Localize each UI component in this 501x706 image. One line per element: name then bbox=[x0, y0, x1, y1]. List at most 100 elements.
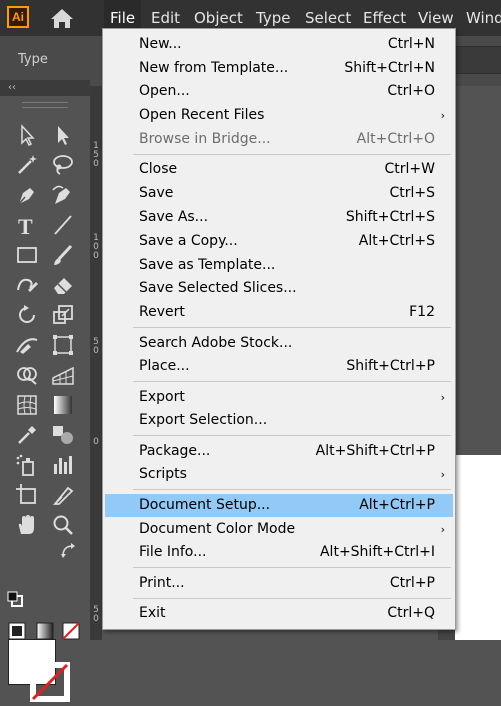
menu-item-label: Place... bbox=[139, 358, 190, 374]
menu-separator bbox=[133, 154, 451, 155]
menu-item-file-info[interactable]: File Info... Alt+Shift+Ctrl+I bbox=[105, 541, 453, 564]
lasso-icon[interactable] bbox=[50, 152, 76, 178]
menu-item-close[interactable]: Close Ctrl+W bbox=[105, 158, 453, 181]
menu-item-label: Export bbox=[139, 389, 185, 405]
menu-item-document-color-mode[interactable]: Document Color Mode › bbox=[105, 518, 453, 541]
menu-item-label: Search Adobe Stock... bbox=[139, 335, 293, 351]
submenu-arrow-icon: › bbox=[440, 109, 445, 122]
slice-tool-icon[interactable] bbox=[50, 482, 76, 508]
shape-builder-tool-icon[interactable] bbox=[14, 362, 40, 388]
menu-separator bbox=[133, 598, 451, 599]
eraser-tool-icon[interactable] bbox=[50, 272, 76, 298]
home-icon[interactable] bbox=[48, 6, 76, 30]
menu-item-shortcut: Alt+Ctrl+O bbox=[356, 131, 435, 147]
menu-window[interactable]: Wind bbox=[460, 0, 501, 36]
menu-item-shortcut: Ctrl+O bbox=[387, 83, 435, 99]
menu-item-place[interactable]: Place... Shift+Ctrl+P bbox=[105, 355, 453, 378]
app-logo: Ai bbox=[7, 6, 29, 28]
control-bar-label: Type bbox=[18, 52, 48, 67]
blend-tool-icon[interactable] bbox=[50, 422, 76, 448]
menu-item-browse-in-bridge: Browse in Bridge... Alt+Ctrl+O bbox=[105, 128, 453, 151]
menu-item-label: Save as Template... bbox=[139, 257, 276, 273]
ruler-label: 100 bbox=[93, 233, 99, 261]
menu-item-shortcut: Ctrl+W bbox=[384, 161, 435, 177]
hand-tool-icon[interactable] bbox=[14, 512, 40, 538]
menu-item-open-recent-files[interactable]: Open Recent Files › bbox=[105, 104, 453, 127]
gradient-mode-icon[interactable] bbox=[36, 622, 54, 640]
menu-item-shortcut: Alt+Ctrl+P bbox=[359, 497, 435, 513]
width-tool-icon[interactable] bbox=[14, 332, 40, 358]
direct-selection-tool-icon[interactable] bbox=[50, 122, 76, 148]
menu-item-save-selected-slices[interactable]: Save Selected Slices... bbox=[105, 277, 453, 300]
menu-item-label: Save As... bbox=[139, 209, 209, 225]
menu-item-label: Open Recent Files bbox=[139, 107, 265, 123]
curvature-tool-icon[interactable] bbox=[50, 182, 76, 208]
free-transform-tool-icon[interactable] bbox=[50, 332, 76, 358]
menu-item-export-selection[interactable]: Export Selection... bbox=[105, 409, 453, 432]
menu-item-exit[interactable]: Exit Ctrl+Q bbox=[105, 602, 453, 625]
none-mode-icon[interactable] bbox=[62, 622, 80, 640]
zoom-tool-icon[interactable] bbox=[50, 512, 76, 538]
default-fill-stroke-icon[interactable] bbox=[6, 590, 24, 608]
selection-tool-icon[interactable] bbox=[14, 122, 40, 148]
menu-item-shortcut: Ctrl+Q bbox=[387, 605, 435, 621]
rotate-tool-icon[interactable] bbox=[14, 302, 40, 328]
menu-item-save-as[interactable]: Save As... Shift+Ctrl+S bbox=[105, 206, 453, 229]
swap-fill-stroke-icon[interactable] bbox=[60, 542, 78, 560]
perspective-grid-tool-icon[interactable] bbox=[50, 362, 76, 388]
magic-wand-icon[interactable] bbox=[14, 152, 40, 178]
symbol-sprayer-tool-icon[interactable] bbox=[14, 452, 40, 478]
menu-item-label: Print... bbox=[139, 575, 185, 591]
rectangle-tool-icon[interactable] bbox=[14, 242, 40, 268]
gradient-tool-icon[interactable] bbox=[50, 392, 76, 418]
menu-item-shortcut: Ctrl+N bbox=[387, 36, 435, 52]
menu-item-print[interactable]: Print... Ctrl+P bbox=[105, 572, 453, 595]
ruler-label: 50 bbox=[93, 605, 99, 624]
paintbrush-tool-icon[interactable] bbox=[50, 242, 76, 268]
menu-separator bbox=[133, 567, 451, 568]
menu-item-package[interactable]: Package... Alt+Shift+Ctrl+P bbox=[105, 440, 453, 463]
menu-separator bbox=[133, 489, 451, 490]
line-segment-tool-icon[interactable] bbox=[50, 212, 76, 238]
menu-item-label: Open... bbox=[139, 83, 190, 99]
mesh-tool-icon[interactable] bbox=[14, 392, 40, 418]
menu-item-shortcut: Ctrl+S bbox=[389, 185, 435, 201]
artboard-tool-icon[interactable] bbox=[14, 482, 40, 508]
eyedropper-tool-icon[interactable] bbox=[14, 422, 40, 448]
color-mode-icon[interactable] bbox=[8, 622, 26, 640]
toolbar-collapse-button[interactable]: ‹‹ bbox=[0, 80, 90, 96]
menu-item-label: Close bbox=[139, 161, 178, 177]
menu-item-save-a-copy[interactable]: Save a Copy... Alt+Ctrl+S bbox=[105, 230, 453, 253]
menu-item-search-adobe-stock[interactable]: Search Adobe Stock... bbox=[105, 332, 453, 355]
menu-item-shortcut: Shift+Ctrl+N bbox=[344, 60, 435, 76]
menu-item-label: Browse in Bridge... bbox=[139, 131, 271, 147]
shaper-tool-icon[interactable] bbox=[14, 272, 40, 298]
control-field[interactable] bbox=[455, 46, 501, 74]
menu-item-save-as-template[interactable]: Save as Template... bbox=[105, 254, 453, 277]
pen-tool-icon[interactable] bbox=[14, 182, 40, 208]
type-tool-icon[interactable]: T bbox=[14, 212, 40, 239]
menu-item-label: New... bbox=[139, 36, 182, 52]
menu-item-new[interactable]: New... Ctrl+N bbox=[105, 33, 453, 56]
menu-item-revert[interactable]: Revert F12 bbox=[105, 301, 453, 324]
menu-item-new-from-template[interactable]: New from Template... Shift+Ctrl+N bbox=[105, 57, 453, 80]
file-menu-dropdown: New... Ctrl+N New from Template... Shift+C… bbox=[102, 28, 456, 630]
menu-item-label: Export Selection... bbox=[139, 412, 268, 428]
tools-panel: T bbox=[0, 96, 90, 702]
scale-tool-icon[interactable] bbox=[50, 302, 76, 328]
submenu-arrow-icon: › bbox=[440, 523, 445, 536]
toolbar-grip[interactable] bbox=[22, 102, 68, 108]
column-graph-tool-icon[interactable] bbox=[50, 452, 76, 478]
menu-item-scripts[interactable]: Scripts › bbox=[105, 463, 453, 486]
menu-item-label: New from Template... bbox=[139, 60, 289, 76]
menu-item-document-setup[interactable]: Document Setup... Alt+Ctrl+P bbox=[105, 494, 453, 517]
menu-item-label: File Info... bbox=[139, 544, 207, 560]
menu-item-export[interactable]: Export › bbox=[105, 386, 453, 409]
stroke-swatch[interactable] bbox=[30, 662, 70, 702]
menu-item-save[interactable]: Save Ctrl+S bbox=[105, 182, 453, 205]
menu-item-open[interactable]: Open... Ctrl+O bbox=[105, 80, 453, 103]
menu-separator bbox=[133, 327, 451, 328]
menu-item-label: Document Setup... bbox=[139, 497, 271, 513]
artboard[interactable] bbox=[455, 455, 501, 640]
menu-item-shortcut: Alt+Ctrl+S bbox=[358, 233, 435, 249]
